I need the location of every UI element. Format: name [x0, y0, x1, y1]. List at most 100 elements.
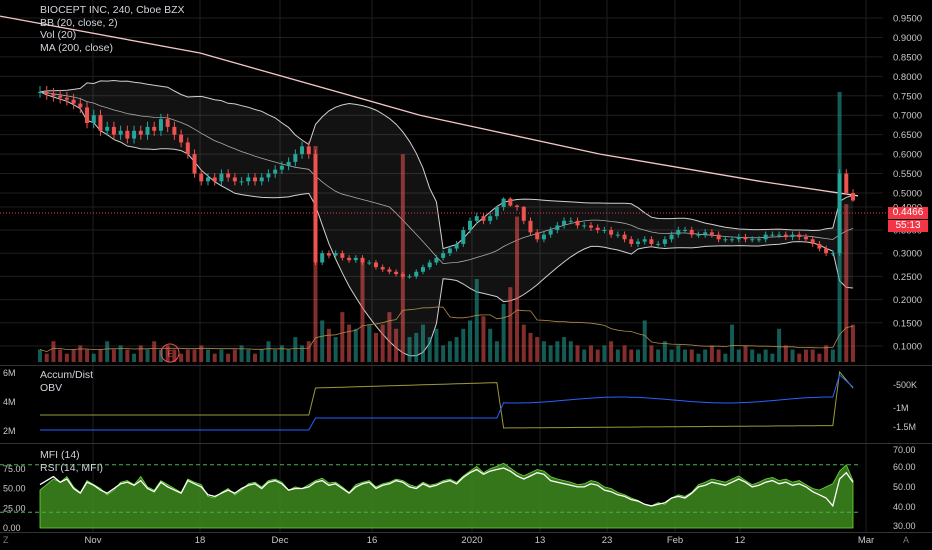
legend-mfi-label[interactable]: MFI (14): [40, 449, 103, 462]
candle-body-19: [165, 119, 170, 127]
candle-body-68: [494, 207, 499, 217]
candle-body-117: [824, 248, 829, 254]
volume-bar-1: [44, 353, 49, 362]
volume-bar-15: [138, 345, 143, 362]
volume-bar-102: [723, 353, 728, 362]
candle-body-101: [716, 234, 721, 240]
candle-body-114: [803, 236, 808, 240]
volume-bar-6: [78, 345, 83, 362]
volume-bar-61: [447, 341, 452, 362]
candle-body-82: [588, 225, 593, 228]
zoom-icon[interactable]: Z: [3, 535, 9, 545]
volume-bar-94: [669, 349, 674, 362]
candle-body-23: [192, 154, 197, 174]
volume-bar-51: [380, 324, 385, 362]
legend-rsi-label[interactable]: RSI (14, MFI): [40, 462, 103, 475]
candle-body-11: [111, 126, 116, 135]
candle-body-48: [360, 257, 365, 263]
candle-body-73: [528, 220, 533, 233]
volume-bar-111: [783, 345, 788, 362]
obv-left-tick-2: 2M: [3, 426, 16, 436]
volume-bar-81: [582, 349, 587, 362]
volume-bar-43: [326, 328, 331, 362]
volume-bar-118: [830, 349, 835, 362]
candle-body-110: [777, 234, 782, 236]
volume-bar-93: [662, 341, 667, 362]
candle-body-118: [830, 253, 835, 255]
auto-scale-icon[interactable]: A: [903, 535, 909, 545]
obv-left-tick-0: 6M: [3, 368, 16, 378]
legend-accum[interactable]: Accum/Dist: [40, 369, 93, 382]
candle-body-49: [367, 262, 372, 264]
legend-title[interactable]: BIOCEPT INC, 240, Cboe BZX: [40, 4, 185, 17]
candle-body-34: [266, 173, 271, 178]
volume-bar-59: [434, 328, 439, 362]
volume-bar-56: [414, 332, 419, 362]
candle-body-96: [683, 230, 688, 231]
volume-bar-4: [64, 353, 69, 362]
volume-bar-115: [810, 349, 815, 362]
candle-body-79: [568, 220, 573, 222]
volume-bar-121: [851, 324, 855, 362]
candle-body-31: [246, 177, 251, 182]
candle-body-120: [844, 173, 849, 193]
volume-bar-3: [58, 349, 63, 362]
candle-body-40: [306, 146, 311, 155]
volume-bar-105: [743, 345, 748, 362]
volume-bar-68: [494, 341, 499, 362]
volume-bar-31: [246, 349, 251, 362]
volume-bar-49: [367, 324, 372, 362]
volume-bar-101: [716, 349, 721, 362]
volume-bar-58: [427, 337, 432, 362]
candle-body-84: [602, 230, 607, 231]
volume-bar-90: [642, 320, 647, 362]
time-tick-6: 23: [602, 535, 613, 546]
candle-body-111: [783, 234, 788, 237]
candle-body-65: [474, 216, 479, 221]
volume-bar-96: [683, 349, 688, 362]
legend-bb[interactable]: BB (20, close, 2): [40, 17, 185, 30]
candle-body-88: [629, 239, 634, 244]
volume-bar-84: [602, 345, 607, 362]
volume-bar-27: [219, 349, 224, 362]
candle-body-45: [340, 253, 345, 258]
volume-bar-85: [609, 341, 614, 362]
volume-bar-21: [179, 353, 184, 362]
volume-bar-53: [394, 328, 399, 362]
time-tick-8: 12: [735, 535, 746, 546]
candle-body-47: [353, 257, 358, 261]
candle-body-91: [649, 239, 654, 244]
volume-bar-97: [689, 349, 694, 362]
legend-obv-label[interactable]: OBV: [40, 382, 93, 395]
candle-body-53: [394, 271, 399, 275]
volume-bar-73: [528, 332, 533, 362]
volume-bar-12: [118, 345, 123, 362]
rsi-right-tick-4: 30.00: [893, 521, 916, 531]
bar-countdown-tag: 55:13: [888, 220, 928, 232]
candle-body-38: [293, 154, 298, 162]
candle-body-95: [676, 230, 681, 235]
legend-ma[interactable]: MA (200, close): [40, 42, 185, 55]
candle-body-27: [219, 173, 224, 182]
candle-body-64: [468, 220, 473, 230]
volume-bar-112: [790, 349, 795, 362]
rsi-right-tick-0: 70.00: [893, 445, 916, 455]
candle-body-26: [212, 177, 217, 182]
candle-body-71: [515, 205, 520, 207]
volume-bar-80: [575, 345, 580, 362]
volume-bar-36: [279, 345, 284, 362]
chart-canvas[interactable]: E 0.9500 0.9000 0.8500 0.8000 0.7500 0.7000 0.…: [0, 0, 932, 550]
candle-body-54: [400, 274, 405, 277]
candle-body-55: [407, 276, 412, 278]
candle-body-9: [98, 115, 103, 131]
volume-bar-38: [293, 337, 298, 362]
volume-bar-46: [347, 324, 352, 362]
legend-vol[interactable]: Vol (20): [40, 29, 185, 42]
candle-body-99: [703, 232, 708, 235]
candle-body-16: [145, 126, 150, 135]
volume-bar-11: [111, 349, 116, 362]
volume-bar-34: [266, 341, 271, 362]
obv-pane: [40, 370, 854, 431]
volume-bar-30: [239, 345, 244, 362]
volume-bar-48: [360, 262, 365, 362]
